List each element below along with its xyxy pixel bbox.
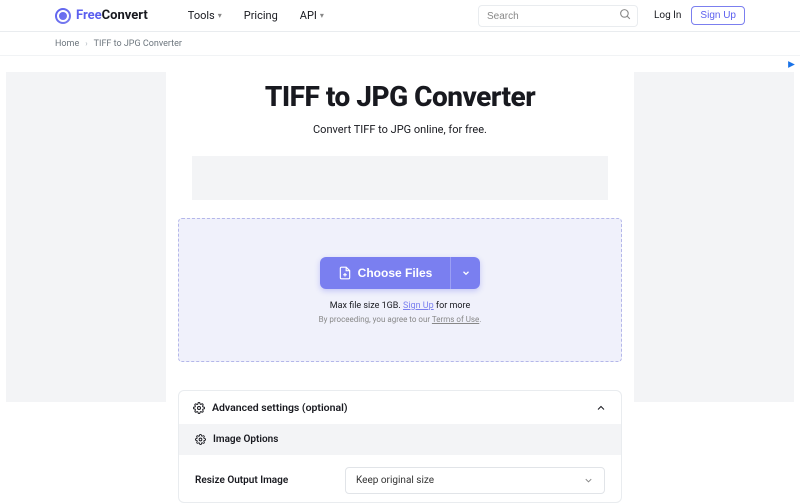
- main-content: TIFF to JPG Converter Convert TIFF to JP…: [172, 56, 628, 503]
- nav-pricing-label: Pricing: [244, 9, 278, 22]
- advanced-settings-label: Advanced settings (optional): [212, 401, 348, 414]
- nav-tools-label: Tools: [188, 9, 215, 22]
- logo-text-convert: Convert: [102, 8, 148, 23]
- terms-line: By proceeding, you agree to our Terms of…: [319, 315, 482, 324]
- search-icon[interactable]: [619, 8, 632, 21]
- signup-button[interactable]: Sign Up: [691, 6, 745, 25]
- signup-inline-link[interactable]: Sign Up: [403, 301, 434, 311]
- main-nav: Tools ▾ Pricing API ▾: [188, 9, 324, 22]
- file-dropzone[interactable]: Choose Files Max file size 1GB. Sign Up …: [178, 218, 622, 362]
- chevron-down-icon: [461, 268, 471, 278]
- nav-api-label: API: [300, 9, 317, 22]
- gear-icon: [193, 402, 205, 414]
- choose-files-dropdown[interactable]: [450, 257, 480, 289]
- chevron-up-icon: [595, 402, 607, 414]
- image-options-label: Image Options: [213, 434, 278, 445]
- choose-files-label: Choose Files: [358, 266, 433, 280]
- logo[interactable]: FreeConvert: [55, 8, 148, 24]
- login-link[interactable]: Log In: [654, 10, 681, 21]
- page-title: TIFF to JPG Converter: [178, 80, 622, 113]
- chevron-down-icon: ▾: [320, 11, 324, 20]
- chevron-down-icon: [583, 475, 594, 486]
- nav-pricing[interactable]: Pricing: [244, 9, 278, 22]
- image-options-header: Image Options: [179, 424, 621, 455]
- terms-link[interactable]: Terms of Use: [432, 315, 479, 324]
- ad-slot-left: [6, 72, 166, 402]
- chevron-down-icon: ▾: [218, 11, 222, 20]
- breadcrumb-home[interactable]: Home: [55, 39, 79, 49]
- nav-tools[interactable]: Tools ▾: [188, 9, 222, 22]
- breadcrumb-current: TIFF to JPG Converter: [94, 39, 182, 49]
- ad-banner-top: [192, 156, 608, 200]
- adchoices-badge[interactable]: [787, 60, 796, 69]
- search-wrap: [478, 4, 638, 28]
- ad-slot-right: [634, 72, 794, 402]
- resize-select[interactable]: Keep original size: [345, 467, 605, 494]
- file-add-icon: [338, 266, 352, 280]
- logo-icon: [55, 8, 71, 24]
- page-subtitle: Convert TIFF to JPG online, for free.: [178, 123, 622, 136]
- chevron-right-icon: ›: [85, 39, 87, 48]
- resize-select-value: Keep original size: [356, 475, 434, 486]
- choose-files-button[interactable]: Choose Files: [320, 257, 451, 289]
- nav-api[interactable]: API ▾: [300, 9, 324, 22]
- resize-option-row: Resize Output Image Keep original size: [179, 455, 621, 502]
- resize-label: Resize Output Image: [195, 475, 325, 486]
- advanced-settings-card: Advanced settings (optional) Image Optio…: [178, 390, 622, 503]
- logo-text-free: Free: [76, 8, 102, 23]
- max-size-line: Max file size 1GB. Sign Up for more: [330, 301, 471, 311]
- search-input[interactable]: [478, 5, 638, 27]
- advanced-settings-toggle[interactable]: Advanced settings (optional): [179, 391, 621, 424]
- gear-icon: [195, 434, 206, 445]
- choose-files-group: Choose Files: [320, 257, 481, 289]
- breadcrumb: Home › TIFF to JPG Converter: [0, 32, 800, 56]
